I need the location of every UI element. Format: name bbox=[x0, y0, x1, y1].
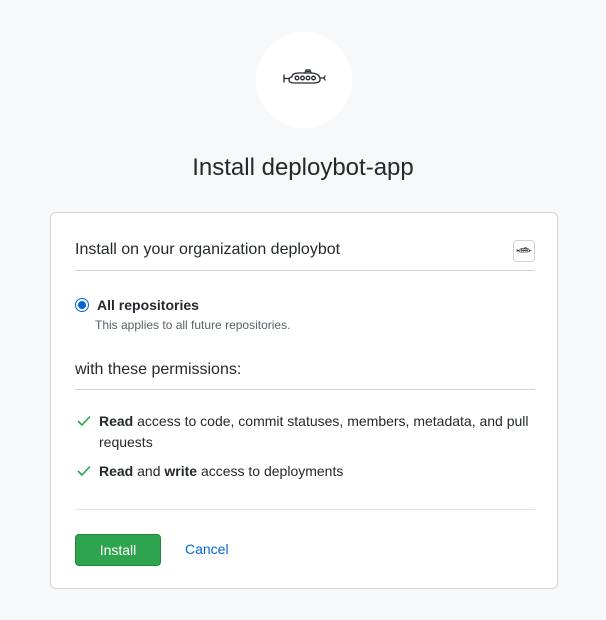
install-button[interactable]: Install bbox=[75, 534, 161, 566]
all-repositories-note: This applies to all future repositories. bbox=[95, 318, 291, 332]
submarine-avatar-icon bbox=[516, 247, 532, 253]
permission-text: access to deployments bbox=[197, 463, 344, 479]
cancel-link[interactable]: Cancel bbox=[185, 540, 229, 558]
permission-item: Read and write access to deployments bbox=[75, 461, 535, 482]
organization-avatar bbox=[513, 240, 535, 262]
permissions-list: Read access to code, commit statuses, me… bbox=[75, 411, 535, 490]
check-icon bbox=[77, 466, 91, 476]
actions-divider bbox=[75, 509, 535, 510]
permission-level: Read bbox=[99, 463, 134, 479]
permission-text: and bbox=[133, 463, 165, 479]
permission-text: access to code, commit statuses, members… bbox=[99, 413, 529, 450]
install-target-label: Install on your organization deploybot bbox=[75, 241, 341, 258]
submarine-logo-icon bbox=[283, 69, 326, 84]
check-icon bbox=[77, 416, 91, 426]
app-logo bbox=[256, 32, 352, 128]
install-target-row: Install on your organization deploybot bbox=[75, 237, 535, 271]
permission-level: Read bbox=[99, 413, 134, 429]
all-repositories-option[interactable]: All repositories This applies to all fut… bbox=[75, 295, 535, 335]
all-repositories-label[interactable]: All repositories bbox=[97, 296, 199, 314]
permission-level: write bbox=[164, 463, 198, 479]
all-repositories-radio[interactable] bbox=[75, 298, 89, 312]
permissions-heading: with these permissions: bbox=[75, 357, 535, 390]
install-page: Install deploybot-app Install on your or… bbox=[0, 0, 606, 620]
install-card: Install on your organization deploybot A… bbox=[50, 212, 558, 589]
page-title: Install deploybot-app bbox=[192, 154, 414, 181]
permission-item: Read access to code, commit statuses, me… bbox=[75, 411, 535, 453]
